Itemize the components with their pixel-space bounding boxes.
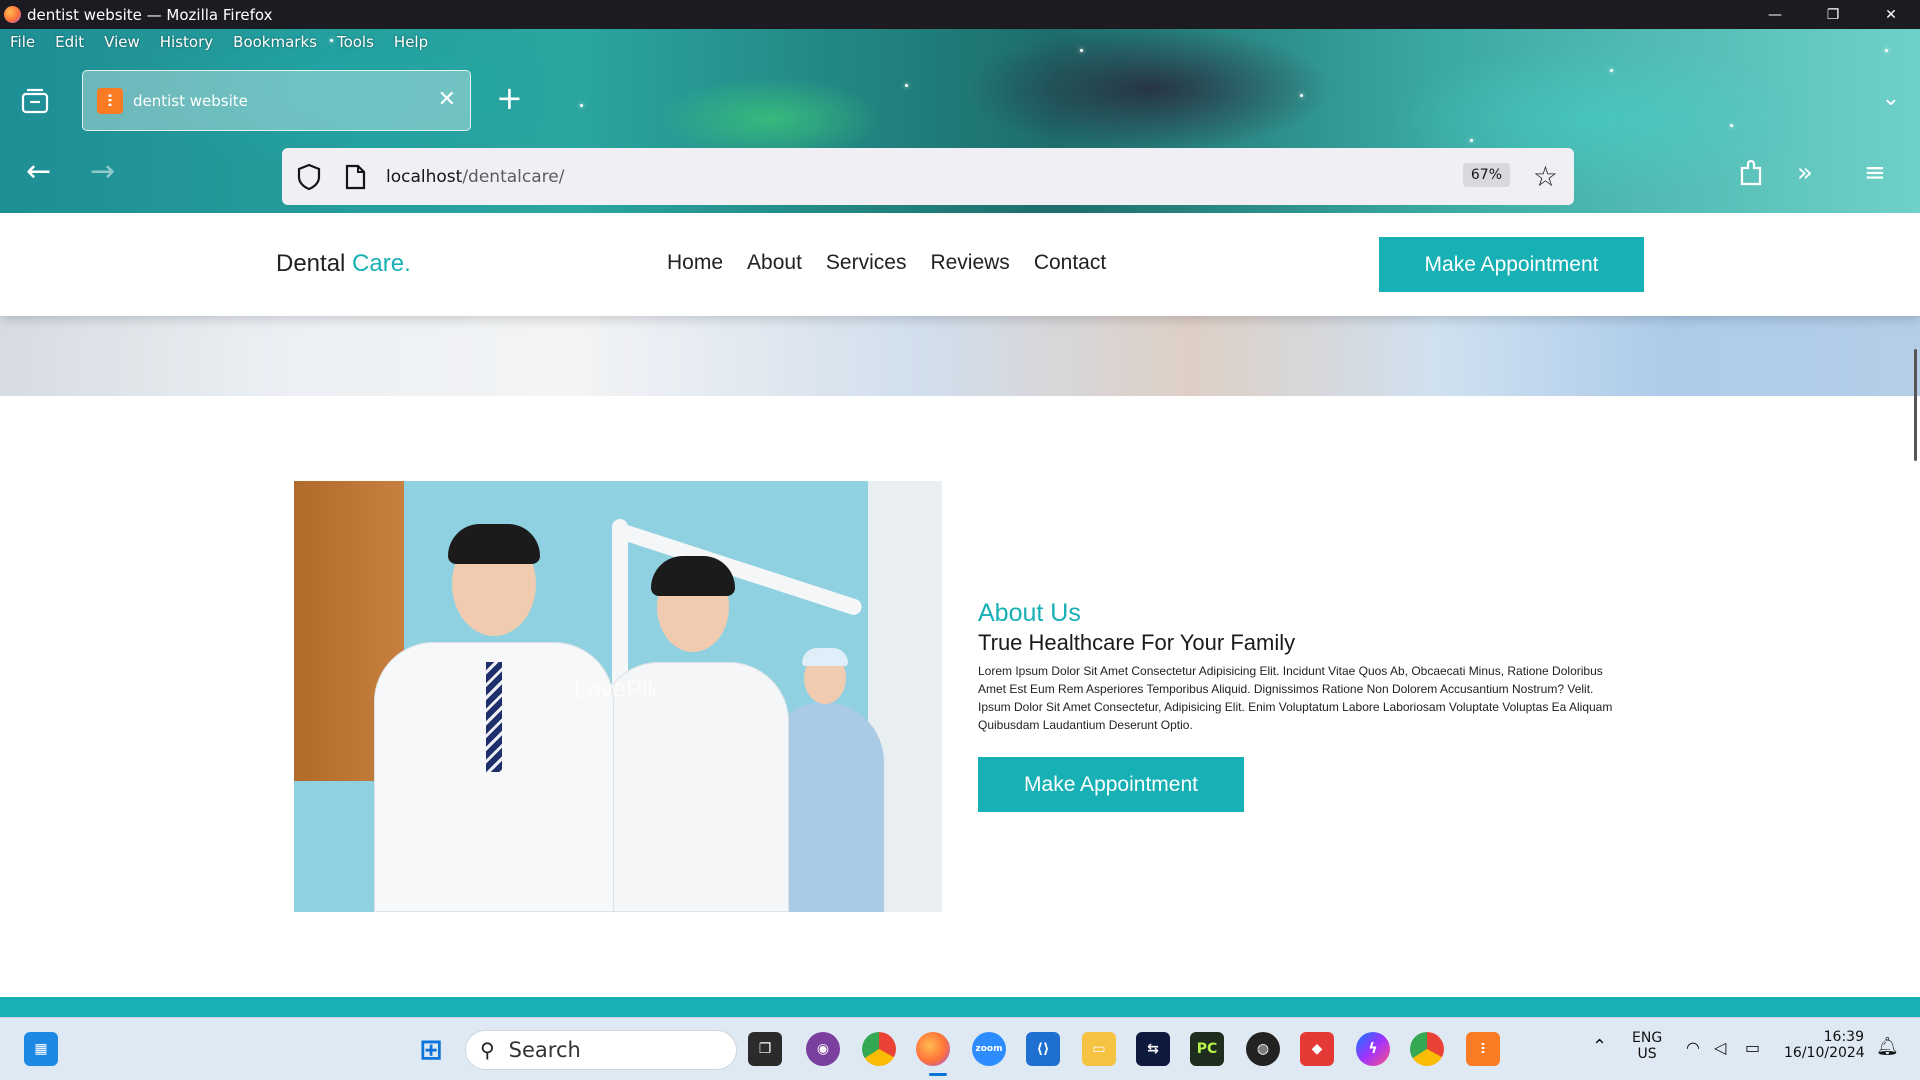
- obs-icon[interactable]: ◍: [1246, 1032, 1280, 1066]
- make-appointment-about-button[interactable]: Make Appointment: [978, 757, 1244, 812]
- navigation-toolbar: ← → localhost/dentalcare/ 67% ☆ » ≡: [0, 139, 1920, 213]
- battery-icon[interactable]: ▭: [1745, 1038, 1760, 1057]
- tab-title: dentist website: [133, 91, 248, 110]
- volume-icon[interactable]: ◁: [1714, 1038, 1726, 1057]
- menu-bar: File Edit View History Bookmarks Tools H…: [0, 29, 438, 55]
- make-appointment-header-button[interactable]: Make Appointment: [1379, 237, 1644, 292]
- clock-time: 16:39: [1823, 1029, 1864, 1045]
- bookmark-star-icon[interactable]: ☆: [1533, 160, 1558, 193]
- menu-bookmarks[interactable]: Bookmarks: [233, 33, 317, 51]
- zoom-level-button[interactable]: 67%: [1462, 163, 1510, 187]
- chevron-up-icon[interactable]: ⌃: [1592, 1036, 1607, 1057]
- menu-help[interactable]: Help: [394, 33, 428, 51]
- tab-dentist-website[interactable]: ⵗ dentist website ✕: [82, 70, 471, 131]
- firefox-logo-icon: [4, 6, 21, 23]
- restore-button[interactable]: ❐: [1804, 0, 1862, 29]
- clock[interactable]: 16:39 16/10/2024: [1784, 1029, 1865, 1061]
- chrome-profile-icon[interactable]: [1410, 1032, 1444, 1066]
- menu-view[interactable]: View: [104, 33, 140, 51]
- taskbar-search-label: Search: [508, 1038, 581, 1062]
- firefox-taskbar-icon[interactable]: [916, 1032, 950, 1066]
- logo-accent: Care.: [352, 250, 411, 277]
- about-section: About Us True Healthcare For Your Family…: [978, 599, 1628, 812]
- about-doctors-image: LovePik: [294, 481, 942, 912]
- next-section-teal-band: [0, 997, 1920, 1017]
- pycharm-icon[interactable]: PC: [1190, 1032, 1224, 1066]
- language-indicator[interactable]: ENG US: [1632, 1030, 1662, 1062]
- menu-edit[interactable]: Edit: [55, 33, 84, 51]
- menu-file[interactable]: File: [10, 33, 35, 51]
- overflow-chevrons-icon[interactable]: »: [1797, 158, 1813, 188]
- clock-date: 16/10/2024: [1784, 1045, 1865, 1061]
- language-code: ENG: [1632, 1030, 1663, 1046]
- xampp-favicon-icon: ⵗ: [97, 87, 123, 114]
- xampp-icon[interactable]: ⵗ: [1466, 1032, 1500, 1066]
- about-body-text: Lorem Ipsum Dolor Sit Amet Consectetur A…: [978, 664, 1613, 732]
- tab-manager-icon: [21, 88, 49, 114]
- nav-services[interactable]: Services: [826, 251, 907, 275]
- minimize-button[interactable]: —: [1746, 0, 1804, 29]
- widgets-icon[interactable]: ▦: [24, 1032, 58, 1066]
- nav-reviews[interactable]: Reviews: [930, 251, 1009, 275]
- task-view-icon[interactable]: ❐: [748, 1032, 782, 1066]
- nav-contact[interactable]: Contact: [1034, 251, 1106, 275]
- teamviewer-icon[interactable]: ⇆: [1136, 1032, 1170, 1066]
- page-viewport: Dental Care. Home About Services Reviews…: [0, 213, 1920, 1017]
- new-tab-button[interactable]: +: [496, 82, 523, 114]
- start-windows-icon[interactable]: ⊞: [414, 1032, 448, 1066]
- window-titlebar: dentist website — Mozilla Firefox — ❐ ✕: [0, 0, 1920, 29]
- menu-history[interactable]: History: [160, 33, 213, 51]
- windows-taskbar: ▦ ⊞ ⚲ Search ❐ ◉ zoom ⟨⟩ ▭ ⇆ PC ◍ ◆ ϟ ⵗ …: [0, 1017, 1920, 1080]
- logo-main: Dental: [276, 250, 346, 277]
- back-arrow-icon[interactable]: ←: [26, 157, 51, 187]
- about-title: True Healthcare For Your Family: [978, 630, 1296, 655]
- list-all-tabs-button[interactable]: [18, 84, 52, 118]
- site-header: Dental Care. Home About Services Reviews…: [0, 213, 1920, 316]
- vscode-icon[interactable]: ⟨⟩: [1026, 1032, 1060, 1066]
- zoom-app-icon[interactable]: zoom: [972, 1032, 1006, 1066]
- extensions-icon[interactable]: [1738, 158, 1766, 195]
- hamburger-menu-icon[interactable]: ≡: [1864, 158, 1886, 188]
- nav-about[interactable]: About: [747, 251, 802, 275]
- mask-app-icon[interactable]: ◉: [806, 1032, 840, 1066]
- page-info-icon[interactable]: [344, 164, 366, 190]
- url-bar[interactable]: localhost/dentalcare/ 67% ☆: [282, 148, 1574, 205]
- tab-bar: ⵗ dentist website ✕ + ⌄: [0, 68, 1920, 134]
- chevron-down-icon[interactable]: ⌄: [1882, 86, 1900, 111]
- about-kicker: About Us: [978, 599, 1081, 627]
- close-window-button[interactable]: ✕: [1862, 0, 1920, 29]
- wifi-icon[interactable]: ◠: [1686, 1038, 1700, 1057]
- site-logo[interactable]: Dental Care.: [276, 250, 411, 278]
- window-title: dentist website — Mozilla Firefox: [27, 5, 273, 24]
- region-code: US: [1637, 1046, 1657, 1062]
- messenger-icon[interactable]: ϟ: [1356, 1032, 1390, 1066]
- taskbar-search-box[interactable]: ⚲ Search: [465, 1030, 737, 1070]
- nav-home[interactable]: Home: [667, 251, 723, 275]
- anydesk-icon[interactable]: ◆: [1300, 1032, 1334, 1066]
- shield-icon[interactable]: [296, 163, 322, 191]
- url-host: localhost: [386, 166, 463, 187]
- search-icon: ⚲: [480, 1038, 495, 1062]
- menu-tools[interactable]: Tools: [337, 33, 374, 51]
- file-explorer-icon[interactable]: ▭: [1082, 1032, 1116, 1066]
- chrome-icon[interactable]: [862, 1032, 896, 1066]
- site-nav-links: Home About Services Reviews Contact: [667, 251, 1106, 275]
- notification-bell-icon[interactable]: 🔔︎: [1876, 1036, 1899, 1057]
- forward-arrow-icon[interactable]: →: [90, 157, 115, 187]
- url-path: /dentalcare/: [462, 166, 565, 187]
- close-tab-icon[interactable]: ✕: [438, 87, 456, 112]
- image-watermark: LovePik: [574, 676, 660, 703]
- page-scrollbar[interactable]: [1914, 349, 1917, 461]
